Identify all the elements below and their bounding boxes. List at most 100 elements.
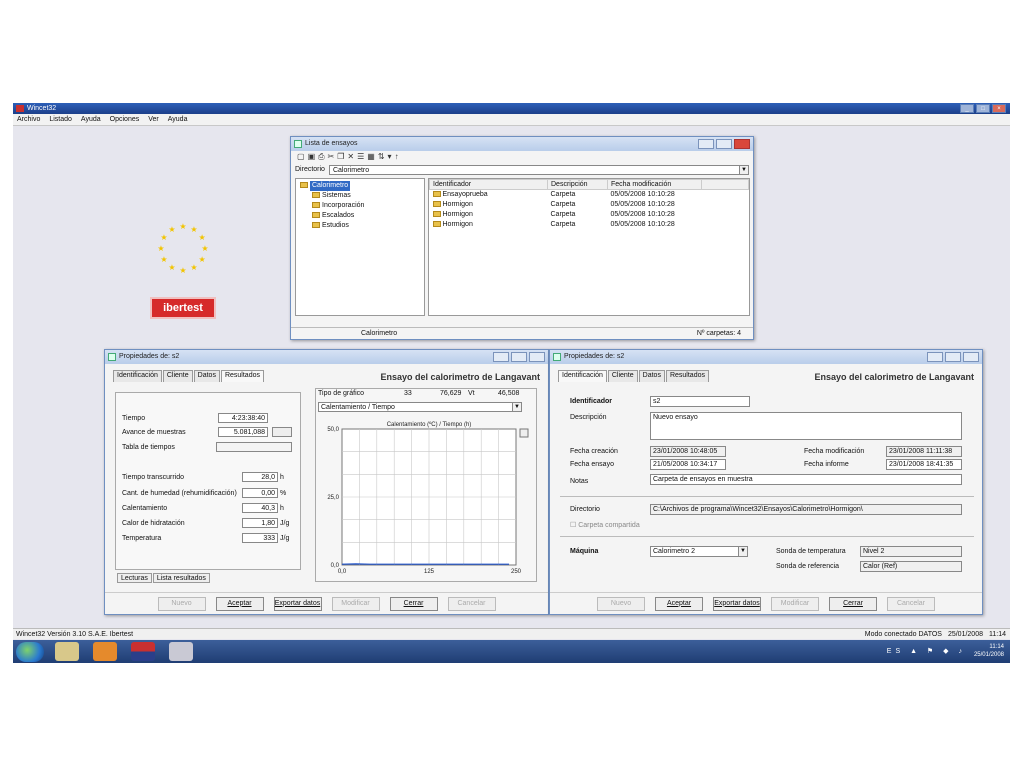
star-icon: ★ bbox=[198, 233, 205, 242]
propiedades-identificacion-window: Propiedades de: s2 Identificación Client… bbox=[549, 349, 983, 615]
field-temperatura: Temperatura 333 J/g bbox=[122, 533, 290, 543]
clock[interactable]: 11:14 25/01/2008 bbox=[974, 643, 1004, 659]
prop1-maximize-button[interactable] bbox=[511, 352, 527, 362]
exportar-button[interactable]: Exportar datos bbox=[713, 596, 761, 611]
app-taskbar-icon[interactable] bbox=[169, 642, 193, 661]
table-row[interactable]: Hormigon Carpeta 05/05/2008 10:10:28 bbox=[430, 220, 749, 230]
table-row[interactable]: Hormigon Carpeta 05/05/2008 10:10:28 bbox=[430, 200, 749, 210]
x-tick-label: 0,0 bbox=[338, 569, 347, 575]
lista-minimize-button[interactable] bbox=[698, 139, 714, 149]
descripcion-field[interactable]: Nuevo ensayo bbox=[650, 412, 962, 440]
chevron-down-icon[interactable]: ▼ bbox=[739, 165, 748, 174]
tree-item[interactable]: Escalados bbox=[300, 211, 420, 221]
carpeta-compartida-checkbox[interactable]: ☐ Carpeta compartida bbox=[570, 520, 640, 531]
filter-icon[interactable]: ▾ bbox=[388, 152, 395, 161]
wincet-taskbar-icon[interactable] bbox=[131, 642, 155, 661]
window-icon bbox=[294, 140, 302, 148]
field-avance: Avance de muestras 5.081,088 bbox=[122, 427, 298, 438]
chart-type-combo[interactable]: Calentamiento / Tiempo ▼ bbox=[318, 402, 522, 412]
tab-datos[interactable]: Datos bbox=[193, 370, 220, 382]
nuevo-button[interactable]: Nuevo bbox=[157, 596, 206, 611]
prop2-title: Propiedades de: s2 bbox=[564, 353, 625, 360]
star-icon: ★ bbox=[157, 244, 164, 253]
menu-ayuda[interactable]: Ayuda bbox=[81, 114, 101, 125]
prop2-maximize-button[interactable] bbox=[945, 352, 961, 362]
results-panel: Tiempo 4:23:38:40 Avance de muestras 5.0… bbox=[115, 392, 301, 570]
maquina-select[interactable]: Calorimetro 2 ▼ bbox=[650, 546, 748, 557]
notas-field[interactable]: Carpeta de ensayos en muestra bbox=[650, 474, 962, 485]
prop1-close-button[interactable] bbox=[529, 352, 545, 362]
copy-icon[interactable]: ❐ bbox=[337, 152, 347, 161]
tab-identificacion[interactable]: Identificación bbox=[558, 370, 607, 382]
table-row[interactable]: Ensayoprueba Carpeta 05/05/2008 10:10:28 bbox=[430, 190, 749, 200]
maximize-button[interactable]: □ bbox=[976, 104, 990, 113]
chart-type-value: Calentamiento / Tiempo bbox=[321, 404, 395, 411]
tree-item[interactable]: Calorimetro bbox=[300, 181, 420, 191]
chart-options-button bbox=[519, 428, 529, 438]
minimize-button[interactable]: _ bbox=[960, 104, 974, 113]
start-button[interactable] bbox=[16, 642, 44, 662]
exportar-button[interactable]: Exportar datos bbox=[273, 596, 322, 611]
tab-cliente[interactable]: Cliente bbox=[162, 370, 193, 382]
prop2-close-button[interactable] bbox=[963, 352, 979, 362]
directory-combo[interactable]: Calorimetro ▼ bbox=[328, 164, 749, 175]
media-player-taskbar-icon[interactable] bbox=[93, 642, 117, 661]
row-date: 05/05/2008 10:10:28 bbox=[610, 191, 675, 199]
nuevo-button[interactable]: Nuevo bbox=[597, 596, 645, 611]
tab-cliente[interactable]: Cliente bbox=[607, 370, 638, 382]
up-arrow-icon[interactable]: ↑ bbox=[395, 152, 402, 161]
fecha-informe-field[interactable]: 23/01/2008 18:41:35 bbox=[886, 459, 962, 470]
column-header[interactable]: Fecha modificación bbox=[607, 179, 702, 190]
column-header[interactable]: Descripción bbox=[547, 179, 608, 190]
close-button[interactable]: × bbox=[992, 104, 1006, 113]
menu-listado[interactable]: Listado bbox=[49, 114, 72, 125]
cerrar-button[interactable]: Cerrar bbox=[829, 596, 877, 611]
properties-icon[interactable]: ☰ bbox=[357, 152, 367, 161]
system-tray-icons[interactable]: ES ▲ ⚑ ◆ ♪ bbox=[887, 647, 966, 655]
tree-item[interactable]: Estudios bbox=[300, 221, 420, 231]
divider bbox=[560, 536, 974, 537]
delete-icon[interactable]: ✕ bbox=[347, 152, 357, 161]
grid-icon[interactable]: ▦ bbox=[367, 152, 378, 161]
tab-resultados[interactable]: Resultados bbox=[665, 370, 709, 382]
table-row[interactable]: Hormigon Carpeta 05/05/2008 10:10:28 bbox=[430, 210, 749, 220]
fecha-informe-label: Fecha informe bbox=[804, 461, 849, 468]
cancelar-button[interactable]: Cancelar bbox=[887, 596, 935, 611]
chevron-down-icon[interactable]: ▼ bbox=[512, 403, 521, 411]
modificar-button[interactable]: Modificar bbox=[771, 596, 819, 611]
tree-item[interactable]: Sistemas bbox=[300, 191, 420, 201]
menu-opciones[interactable]: Opciones bbox=[110, 114, 140, 125]
print-icon[interactable]: ⎙ bbox=[318, 152, 327, 161]
explorer-taskbar-icon[interactable] bbox=[55, 642, 79, 661]
column-header[interactable]: Identificador bbox=[429, 179, 548, 190]
lista-close-button[interactable] bbox=[734, 139, 750, 149]
menu-ayuda-2[interactable]: Ayuda bbox=[168, 114, 188, 125]
tab-datos[interactable]: Datos bbox=[638, 370, 665, 382]
menu-ver[interactable]: Ver bbox=[148, 114, 159, 125]
lista-maximize-button[interactable] bbox=[716, 139, 732, 149]
aceptar-button[interactable]: Aceptar bbox=[215, 596, 264, 611]
fecha-ensayo-field[interactable]: 21/05/2008 10:34:17 bbox=[650, 459, 726, 470]
field-humedad: Cant. de humedad (rehumidificación) 0,00… bbox=[122, 488, 287, 498]
identificador-field[interactable]: s2 bbox=[650, 396, 750, 407]
subtab-lecturas[interactable]: Lecturas bbox=[117, 573, 152, 583]
tree-item[interactable]: Incorporación bbox=[300, 201, 420, 211]
cancelar-button[interactable]: Cancelar bbox=[447, 596, 496, 611]
aceptar-button[interactable]: Aceptar bbox=[655, 596, 703, 611]
tab-identificacion[interactable]: Identificación bbox=[113, 370, 162, 382]
modificar-button[interactable]: Modificar bbox=[331, 596, 380, 611]
save-icon[interactable]: ▣ bbox=[308, 152, 319, 161]
tab-resultados[interactable]: Resultados bbox=[220, 370, 264, 382]
prop2-minimize-button[interactable] bbox=[927, 352, 943, 362]
sort-icon[interactable]: ⇅ bbox=[378, 152, 388, 161]
menu-archivo[interactable]: Archivo bbox=[17, 114, 40, 125]
sonda-temperatura-label: Sonda de temperatura bbox=[776, 548, 846, 555]
cerrar-button[interactable]: Cerrar bbox=[389, 596, 438, 611]
avance-button[interactable] bbox=[272, 427, 292, 437]
new-icon[interactable]: ▢ bbox=[297, 152, 308, 161]
chevron-down-icon[interactable]: ▼ bbox=[738, 547, 747, 556]
cut-icon[interactable]: ✂ bbox=[328, 152, 338, 161]
subtab-lista-resultados[interactable]: Lista resultados bbox=[152, 573, 210, 583]
star-icon: ★ bbox=[168, 263, 175, 272]
prop1-minimize-button[interactable] bbox=[493, 352, 509, 362]
